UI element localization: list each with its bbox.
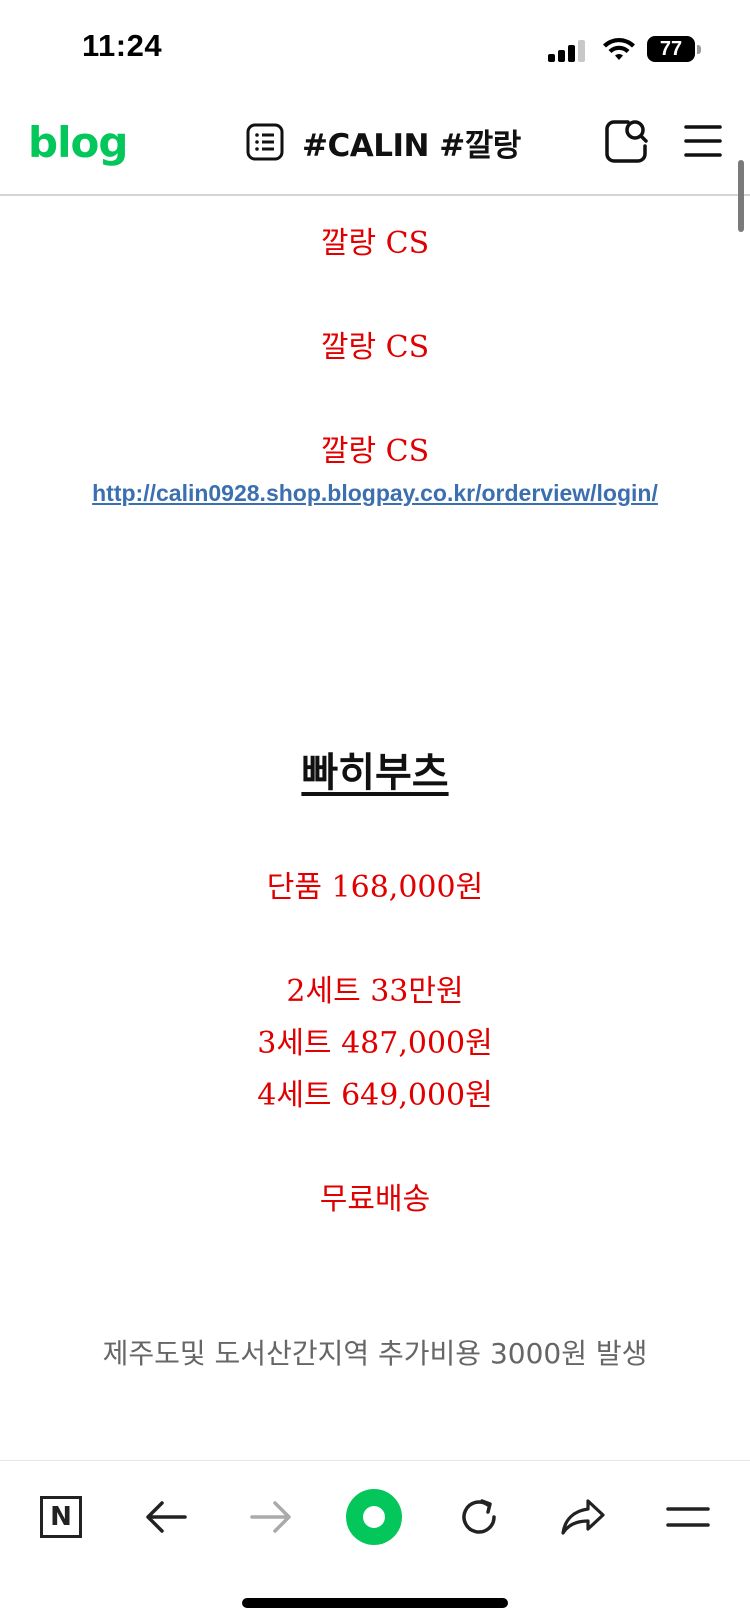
- back-arrow-icon[interactable]: [138, 1489, 194, 1545]
- page-title: #CALIN #깔랑: [302, 127, 521, 164]
- shipping-note: 제주도및 도서산간지역 추가비용 3000원 발생: [102, 1337, 648, 1370]
- status-bar: 11:24 77: [0, 0, 750, 100]
- cs-line: 깔랑 CS: [320, 434, 430, 469]
- naver-home-label: N: [40, 1496, 82, 1538]
- battery-icon: 77: [647, 36, 701, 62]
- bottom-toolbar: N: [0, 1460, 750, 1623]
- battery-level: 77: [647, 36, 695, 62]
- product-title: 빠히부츠: [301, 750, 449, 796]
- shipping-text: 무료배송: [319, 1182, 431, 1217]
- status-time: 11:24: [82, 28, 163, 63]
- header-center[interactable]: #CALIN #깔랑: [246, 120, 521, 164]
- menu-lines-icon[interactable]: [660, 1489, 716, 1545]
- share-icon[interactable]: [555, 1489, 611, 1545]
- menu-icon[interactable]: [684, 124, 722, 158]
- cellular-signal-icon: [548, 40, 586, 62]
- price-set4: 4세트 649,000원: [257, 1078, 493, 1113]
- blog-logo[interactable]: blog: [28, 118, 128, 167]
- green-dot-icon[interactable]: [346, 1489, 402, 1545]
- product-title-row: 빠히부츠: [0, 740, 750, 798]
- price-single: 단품 168,000원: [266, 870, 484, 905]
- price-set3: 3세트 487,000원: [257, 1026, 493, 1061]
- cs-line: 깔랑 CS: [320, 226, 430, 261]
- refresh-icon[interactable]: [451, 1489, 507, 1545]
- price-set2: 2세트 33만원: [286, 974, 464, 1009]
- search-icon[interactable]: [604, 118, 648, 164]
- link-row: http://calin0928.shop.blogpay.co.kr/orde…: [0, 480, 750, 507]
- list-icon[interactable]: [246, 123, 284, 161]
- forward-arrow-icon[interactable]: [243, 1489, 299, 1545]
- blog-header: blog #CALIN #깔랑: [0, 100, 750, 196]
- cs-line: 깔랑 CS: [320, 330, 430, 365]
- naver-home-icon[interactable]: N: [33, 1489, 89, 1545]
- post-content: 깔랑 CS 깔랑 CS 깔랑 CS http://calin0928.shop.…: [0, 198, 750, 1460]
- order-view-link[interactable]: http://calin0928.shop.blogpay.co.kr/orde…: [92, 480, 658, 506]
- home-indicator[interactable]: [242, 1598, 508, 1608]
- wifi-icon: [603, 38, 635, 60]
